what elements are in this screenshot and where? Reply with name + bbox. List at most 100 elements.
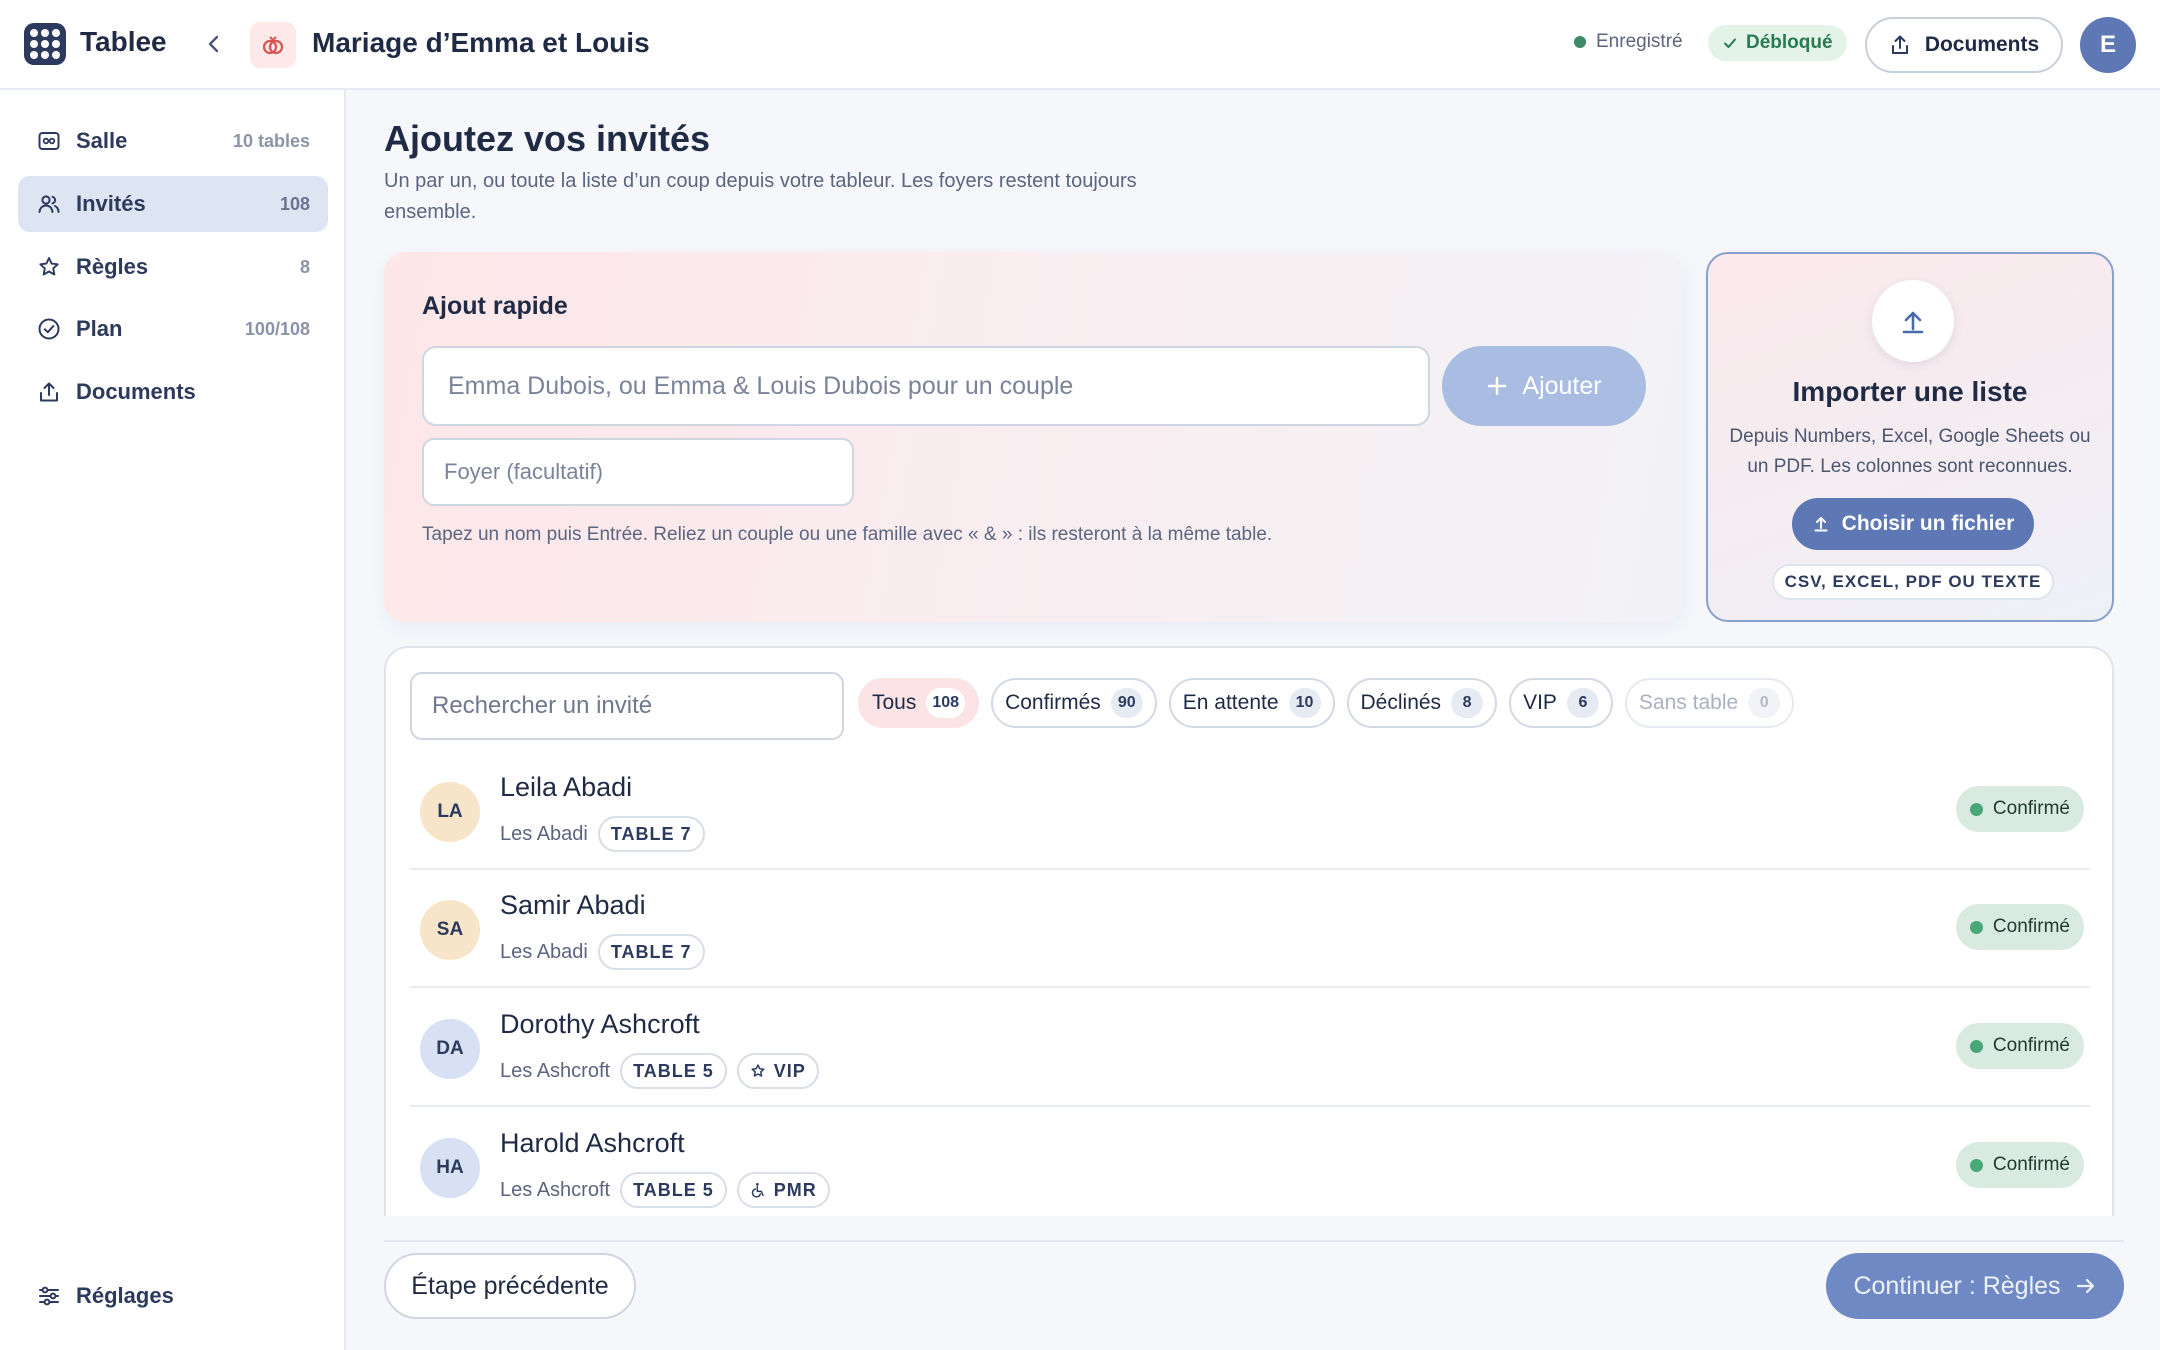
guest-meta: Les Ashcroft TABLE 5 VIP [500, 1053, 819, 1089]
sidebar-item-label: Invités [76, 191, 146, 216]
share-icon [1891, 35, 1908, 54]
guest-row[interactable]: SA Samir Abadi Les Abadi TABLE 7 Confirm… [410, 870, 2090, 988]
guest-avatar: DA [420, 1019, 480, 1079]
filter-chip-label: Confirmés [1005, 691, 1101, 714]
sidebar-item-regles[interactable]: Règles 8 [18, 239, 328, 295]
status-badge[interactable]: Confirmé [1955, 1142, 2084, 1188]
sidebar-item-label: Salle [76, 128, 128, 153]
choose-file-button[interactable]: Choisir un fichier [1792, 498, 2034, 550]
room-icon [36, 128, 62, 154]
filter-chips: Tous 108 Confirmés 90 En attente 10 Décl… [858, 678, 1795, 728]
filter-chip-count: 90 [1110, 688, 1143, 718]
status-label: Confirmé [1992, 798, 2070, 819]
guest-row[interactable]: DA Dorothy Ashcroft Les Ashcroft TABLE 5… [410, 989, 2090, 1107]
users-icon [36, 191, 62, 217]
footer-divider [384, 1240, 2124, 1242]
choose-file-label: Choisir un fichier [1841, 512, 2015, 535]
status-label: Confirmé [1992, 1154, 2070, 1175]
sidebar-item-plan[interactable]: Plan 100/108 [18, 301, 328, 357]
filter-chip-label: En attente [1182, 691, 1279, 714]
import-description: Depuis Numbers, Excel, Google Sheets ou … [1729, 426, 2091, 477]
filter-chip-label: Tous [872, 691, 917, 714]
upload-icon [1872, 280, 1954, 362]
status-badge[interactable]: Confirmé [1955, 786, 2084, 832]
saved-label: Enregistré [1596, 31, 1683, 52]
chevron-left-icon [208, 35, 219, 53]
save-status: Enregistré [1574, 31, 1683, 53]
quick-add-hint: Tapez un nom puis Entrée. Reliez un coup… [422, 524, 1273, 545]
documents-button-label: Documents [1924, 33, 2040, 56]
guest-row[interactable]: LA Leila Abadi Les Abadi TABLE 7 Confirm… [410, 752, 2090, 870]
continue-button-label: Continuer : Règles [1853, 1271, 2061, 1300]
table-tag: TABLE 5 [620, 1172, 727, 1208]
guest-avatar: LA [420, 782, 480, 842]
sidebar-item-label: Documents [76, 379, 196, 404]
filter-chip-label: Sans table [1638, 691, 1739, 714]
unlocked-label: Débloqué [1746, 32, 1833, 53]
saved-dot-icon [1574, 36, 1586, 48]
status-dot-icon [1969, 802, 1983, 816]
page-title: Ajoutez vos invités [384, 118, 711, 159]
back-button[interactable] [196, 26, 232, 62]
sliders-icon [36, 1283, 62, 1309]
filter-chip-count: 10 [1288, 688, 1321, 718]
filter-chip-count: 108 [926, 688, 966, 718]
guest-meta: Les Ashcroft TABLE 5 PMR [500, 1172, 830, 1208]
table-tag: TABLE 7 [597, 816, 705, 852]
sidebar-item-count: 100/108 [244, 318, 310, 339]
status-badge[interactable]: Confirmé [1955, 904, 2084, 950]
filter-chip-sans-table[interactable]: Sans table 0 [1624, 678, 1795, 728]
event-title: Mariage d’Emma et Louis [312, 27, 650, 58]
documents-button[interactable]: Documents [1865, 17, 2063, 73]
sidebar-item-reglages[interactable]: Réglages [18, 1268, 328, 1324]
pmr-tag-label: PMR [773, 1179, 817, 1200]
rings-icon [250, 22, 296, 68]
guest-household: Les Abadi [500, 822, 588, 845]
filter-chip-count: 6 [1566, 688, 1599, 718]
guest-name: Harold Ashcroft [500, 1128, 685, 1158]
guest-name: Samir Abadi [500, 890, 646, 920]
status-label: Confirmé [1992, 1035, 2070, 1056]
filter-chip-tous[interactable]: Tous 108 [858, 678, 980, 728]
check-icon [1724, 38, 1736, 48]
continue-button[interactable]: Continuer : Règles [1826, 1253, 2124, 1319]
guest-avatar: HA [420, 1138, 480, 1198]
check-circle-icon [36, 316, 62, 342]
quick-add-title: Ajout rapide [422, 292, 568, 320]
status-badge[interactable]: Confirmé [1955, 1023, 2084, 1069]
status-dot-icon [1969, 1158, 1983, 1172]
sidebar-item-count: 10 tables [232, 130, 310, 151]
plus-icon [1488, 376, 1507, 396]
previous-step-button[interactable]: Étape précédente [384, 1253, 636, 1319]
add-guest-button[interactable]: Ajouter [1442, 346, 1646, 426]
search-input[interactable] [410, 672, 844, 740]
filter-chip-label: Déclinés [1360, 691, 1442, 714]
top-bar: Tablee Mariage d’Emma et Louis Enregistr… [0, 0, 2160, 90]
guest-row[interactable]: HA Harold Ashcroft Les Ashcroft TABLE 5 … [410, 1108, 2090, 1216]
guest-name: Leila Abadi [500, 772, 633, 802]
guest-meta: Les Abadi TABLE 7 [500, 816, 705, 852]
table-tag: TABLE 5 [620, 1053, 727, 1089]
guest-name-input[interactable] [422, 346, 1430, 426]
sidebar-item-invites[interactable]: Invités 108 [18, 176, 328, 232]
import-title: Importer une liste [1792, 376, 2028, 407]
filter-chip-count: 8 [1451, 688, 1484, 718]
sidebar-item-documents[interactable]: Documents [18, 364, 328, 420]
pmr-tag: PMR [736, 1172, 830, 1208]
vip-tag-label: VIP [773, 1060, 806, 1081]
filter-chip-declines[interactable]: Déclinés 8 [1346, 678, 1498, 728]
star-icon [36, 254, 62, 280]
guest-household: Les Ashcroft [500, 1178, 611, 1201]
app-brand: Tablee [80, 26, 167, 57]
guest-household: Les Ashcroft [500, 1059, 611, 1082]
app-logo-icon[interactable] [24, 23, 66, 65]
filter-chip-vip[interactable]: VIP 6 [1509, 678, 1613, 728]
sidebar-item-label: Réglages [76, 1283, 174, 1308]
sidebar-item-salle[interactable]: Salle 10 tables [18, 113, 328, 169]
import-panel[interactable]: Importer une liste Depuis Numbers, Excel… [1706, 252, 2114, 622]
sidebar-item-label: Règles [76, 254, 149, 279]
filter-chip-confirmes[interactable]: Confirmés 90 [991, 678, 1157, 728]
household-input[interactable] [422, 438, 854, 506]
filter-chip-en-attente[interactable]: En attente 10 [1168, 678, 1335, 728]
user-avatar[interactable]: E [2080, 17, 2136, 73]
